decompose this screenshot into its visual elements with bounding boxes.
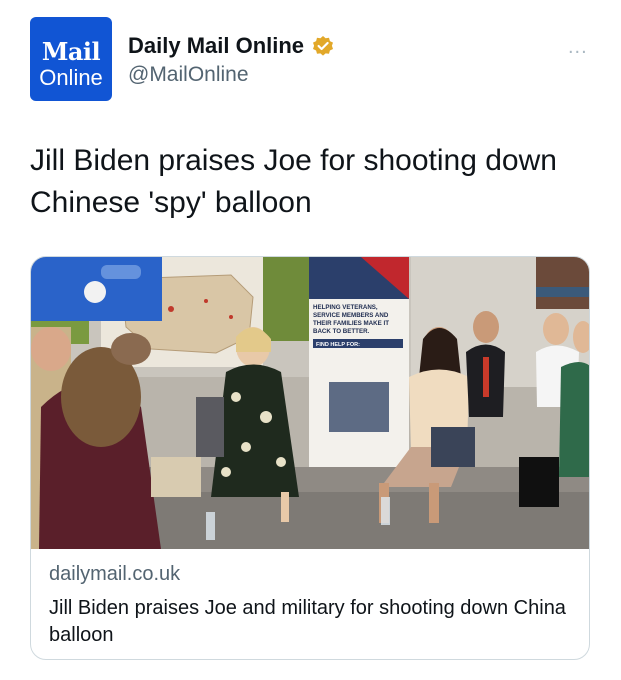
banner-line-3: THEIR FAMILIES MAKE IT (313, 320, 389, 327)
card-title[interactable]: Jill Biden praises Joe and military for … (49, 595, 569, 649)
card-image[interactable]: HELPING VETERANS, SERVICE MEMBERS AND TH… (31, 257, 590, 549)
account-handle[interactable]: @MailOnline (128, 63, 249, 87)
account-name-row[interactable]: Daily Mail Online (128, 33, 334, 59)
more-options-icon[interactable]: ... (568, 36, 588, 59)
avatar-logo-line2: Online (39, 65, 103, 90)
verified-badge-icon (312, 35, 334, 57)
tweet-text: Jill Biden praises Joe for shooting down… (30, 144, 557, 219)
account-avatar[interactable]: Mail Online (30, 17, 112, 101)
avatar-logo-line1: Mail (41, 37, 101, 66)
link-card[interactable]: HELPING VETERANS, SERVICE MEMBERS AND TH… (30, 256, 590, 660)
display-name[interactable]: Daily Mail Online (128, 33, 304, 59)
banner-line-2: SERVICE MEMBERS AND (313, 312, 389, 319)
banner-line-1: HELPING VETERANS, (313, 304, 378, 311)
banner-line-4: BACK TO BETTER. (313, 328, 370, 335)
banner-subhead: FIND HELP FOR: (316, 342, 360, 348)
card-domain[interactable]: dailymail.co.uk (49, 563, 180, 586)
